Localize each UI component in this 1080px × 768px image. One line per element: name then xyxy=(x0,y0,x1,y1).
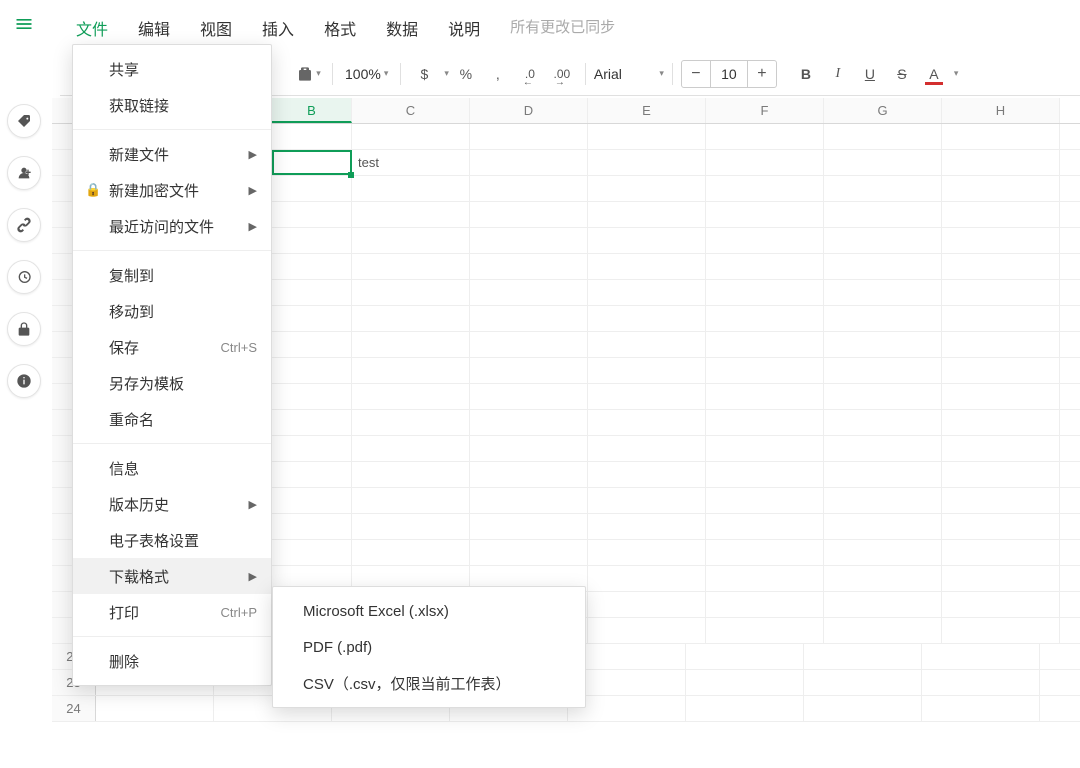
menu-delete[interactable]: 删除 xyxy=(73,643,271,679)
chevron-right-icon: ▶ xyxy=(249,570,257,583)
lock-icon: 🔒 xyxy=(85,182,101,198)
menu-version-history[interactable]: 版本历史▶ xyxy=(73,486,271,522)
font-family-select[interactable]: Arial▾ xyxy=(594,66,664,82)
menu-print[interactable]: 打印Ctrl+P xyxy=(73,594,271,630)
file-menu-dropdown: 共享 获取链接 新建文件▶ 🔒新建加密文件▶ 最近访问的文件▶ 复制到 移动到 … xyxy=(72,44,272,686)
menu-new-file[interactable]: 新建文件▶ xyxy=(73,136,271,172)
cell[interactable] xyxy=(588,150,706,175)
cell[interactable] xyxy=(272,124,352,149)
menu-spreadsheet-settings[interactable]: 电子表格设置 xyxy=(73,522,271,558)
link-icon[interactable] xyxy=(7,208,41,242)
italic-button[interactable]: I xyxy=(823,59,853,89)
underline-button[interactable]: U xyxy=(855,59,885,89)
menu-move-to[interactable]: 移动到 xyxy=(73,293,271,329)
cell[interactable] xyxy=(942,124,1060,149)
cell[interactable] xyxy=(942,150,1060,175)
menu-rename[interactable]: 重命名 xyxy=(73,401,271,437)
col-header-H[interactable]: H xyxy=(942,98,1060,123)
increase-decimal-button[interactable]: .00→ xyxy=(547,59,577,89)
menu-share[interactable]: 共享 xyxy=(73,51,271,87)
col-header-E[interactable]: E xyxy=(588,98,706,123)
shortcut-label: Ctrl+P xyxy=(221,605,257,620)
chevron-right-icon: ▶ xyxy=(249,148,257,161)
col-header-F[interactable]: F xyxy=(706,98,824,123)
lock-icon[interactable] xyxy=(7,312,41,346)
font-size-plus[interactable]: + xyxy=(748,65,776,83)
col-header-C[interactable]: C xyxy=(352,98,470,123)
chevron-right-icon: ▶ xyxy=(249,220,257,233)
menu-copy-to[interactable]: 复制到 xyxy=(73,257,271,293)
shortcut-label: Ctrl+S xyxy=(221,340,257,355)
cell[interactable] xyxy=(824,124,942,149)
menu-new-encrypted-file[interactable]: 🔒新建加密文件▶ xyxy=(73,172,271,208)
comma-button[interactable]: , xyxy=(483,59,513,89)
menu-file[interactable]: 文件 xyxy=(76,16,108,40)
menubar: 文件 编辑 视图 插入 格式 数据 说明 所有更改已同步 xyxy=(60,0,1080,44)
menu-help[interactable]: 说明 xyxy=(448,16,480,40)
menu-get-link[interactable]: 获取链接 xyxy=(73,87,271,123)
menu-info[interactable]: 信息 xyxy=(73,450,271,486)
decrease-decimal-button[interactable]: .0← xyxy=(515,59,545,89)
text-color-button[interactable]: A xyxy=(919,59,949,89)
info-icon[interactable] xyxy=(7,364,41,398)
tag-icon[interactable] xyxy=(7,104,41,138)
cell[interactable] xyxy=(470,124,588,149)
cell-active[interactable] xyxy=(272,150,352,175)
cell[interactable] xyxy=(824,150,942,175)
row-header[interactable]: 24 xyxy=(52,696,96,721)
menu-insert[interactable]: 插入 xyxy=(262,16,294,40)
cell[interactable] xyxy=(706,150,824,175)
download-pdf[interactable]: PDF (.pdf) xyxy=(273,629,585,665)
bold-button[interactable]: B xyxy=(791,59,821,89)
cell[interactable]: test xyxy=(352,150,470,175)
add-user-icon[interactable] xyxy=(7,156,41,190)
menu-view[interactable]: 视图 xyxy=(200,16,232,40)
menu-download-as[interactable]: 下载格式▶ xyxy=(73,558,271,594)
menu-recent-files[interactable]: 最近访问的文件▶ xyxy=(73,208,271,244)
col-header-D[interactable]: D xyxy=(470,98,588,123)
history-icon[interactable] xyxy=(7,260,41,294)
strike-button[interactable]: S xyxy=(887,59,917,89)
chevron-right-icon: ▶ xyxy=(249,498,257,511)
zoom-select[interactable]: 100%▾ xyxy=(341,66,392,82)
font-size-stepper[interactable]: − 10 + xyxy=(681,60,777,88)
col-header-G[interactable]: G xyxy=(824,98,942,123)
menu-save-as-template[interactable]: 另存为模板 xyxy=(73,365,271,401)
font-size-minus[interactable]: − xyxy=(682,65,710,83)
currency-button[interactable]: $ xyxy=(409,59,439,89)
left-rail xyxy=(0,0,48,768)
download-csv[interactable]: CSV（.csv，仅限当前工作表） xyxy=(273,665,585,701)
font-size-value[interactable]: 10 xyxy=(710,61,748,87)
download-as-submenu: Microsoft Excel (.xlsx) PDF (.pdf) CSV（.… xyxy=(272,586,586,708)
cell[interactable] xyxy=(588,124,706,149)
menu-edit[interactable]: 编辑 xyxy=(138,16,170,40)
col-header-B[interactable]: B xyxy=(272,98,352,123)
menu-format[interactable]: 格式 xyxy=(324,16,356,40)
cell[interactable] xyxy=(352,124,470,149)
cell[interactable] xyxy=(470,150,588,175)
menu-save[interactable]: 保存Ctrl+S xyxy=(73,329,271,365)
cell[interactable] xyxy=(706,124,824,149)
download-xlsx[interactable]: Microsoft Excel (.xlsx) xyxy=(273,593,585,629)
percent-button[interactable]: % xyxy=(451,59,481,89)
chevron-right-icon: ▶ xyxy=(249,184,257,197)
hamburger-icon[interactable] xyxy=(8,8,40,46)
menu-data[interactable]: 数据 xyxy=(386,16,418,40)
sync-status: 所有更改已同步 xyxy=(510,16,615,37)
paste-button[interactable]: ▾ xyxy=(294,59,324,89)
